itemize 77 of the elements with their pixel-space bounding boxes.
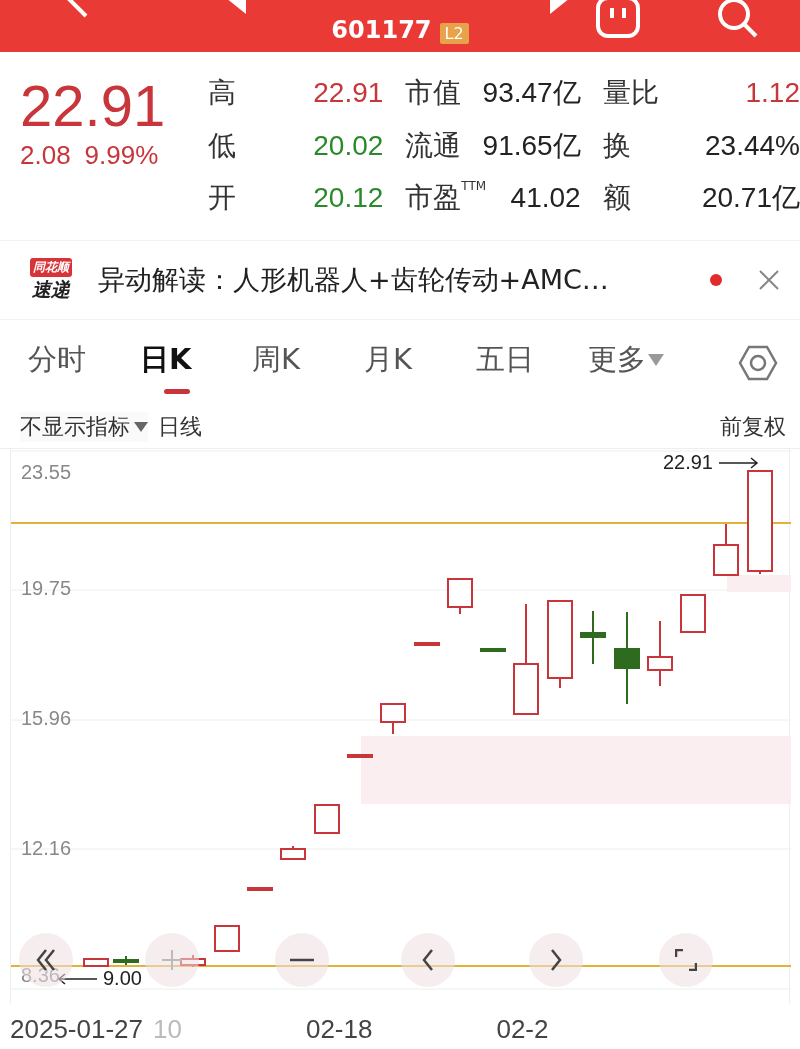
candle [414,642,440,646]
minus-icon [290,958,314,962]
y-axis-label: 19.75 [21,577,72,600]
chevron-right-icon [550,949,562,971]
x-axis-label: 02-2 [496,1013,549,1045]
candle [580,610,606,665]
rewind-button[interactable] [19,933,73,987]
candle [713,523,739,576]
candle [380,703,406,735]
level-badge: L2 [439,23,469,44]
stat-value: 20.12 [313,182,384,215]
stat-label: 流通 [405,127,462,164]
candle [480,648,506,652]
stat-label: 开 [208,180,236,217]
candle [314,804,340,834]
x-axis-label: 02-18 [305,1013,373,1045]
candle [447,578,473,615]
shaded-band [727,575,791,592]
period-tab[interactable]: 日K [140,332,252,394]
candle [180,954,206,968]
candle [214,925,240,952]
line-type-label: 日线 [158,413,202,441]
stat-label: 高 [208,75,236,111]
y-axis-label: 23.55 [21,461,72,484]
current-price: 22.91 [20,72,167,140]
close-icon[interactable] [758,269,780,291]
candle [680,594,706,633]
period-tab[interactable]: 周K [252,332,364,394]
settings-icon[interactable] [738,343,778,383]
x-axis-label: 2025-01-27 [10,1013,143,1045]
next-button[interactable] [529,933,583,987]
candle [247,887,273,891]
stat-value: 20.02 [313,129,384,162]
candle [280,845,306,860]
dropdown-icon [134,422,148,432]
more-tab[interactable]: 更多 [588,332,664,394]
expand-icon [675,949,697,971]
y-axis-label: 12.16 [21,837,72,860]
stat-value: 41.02 [510,182,581,215]
arrow-icon [57,972,97,985]
adjust-label[interactable]: 前复权 [720,412,786,442]
y-axis-label: 15.96 [21,707,72,730]
stat-label: 市盈$^{TTM}$ [405,179,487,217]
x-axis-label: 10 [153,1013,182,1045]
period-tab[interactable]: 分时 [28,332,140,394]
stat-label: 换 [602,127,631,164]
stat-value: 20.71亿 [701,181,800,216]
stat-value: 91.65亿 [482,128,581,163]
logo-text: 同花顺 [30,257,72,277]
candle [647,620,673,687]
stat-value: 23.44% [705,129,800,162]
period-tab[interactable]: 月K [364,332,476,394]
stat-label: 低 [208,127,236,164]
stat-label: 量比 [602,75,659,111]
period-tab[interactable]: 五日 [476,332,588,394]
stat-value: 93.47亿 [482,76,581,110]
high-price-marker: 22.91 [662,451,759,474]
chevron-left-icon [422,949,434,971]
arrow-icon [719,456,759,469]
stock-code: 601177 [331,16,432,44]
stat-label: 额 [602,180,631,217]
stat-value: 1.12 [745,77,800,109]
logo-text: 速递 [32,276,70,302]
previous-button[interactable] [401,933,455,987]
plus-icon [161,949,183,971]
zoom-in-button[interactable] [145,933,199,987]
price-change: 2.08 [20,140,71,171]
indicator-dropdown[interactable]: 不显示指标 [20,412,148,442]
candle [83,958,109,967]
fullscreen-button[interactable] [659,933,713,987]
y-axis-label: 8.36 [21,964,60,987]
stat-value: 22.91 [313,77,384,109]
dropdown-icon [648,354,664,366]
candle [347,754,373,758]
news-headline[interactable]: 异动解读：人形机器人+齿轮传动+AMC… [98,262,694,298]
stat-label: 市值 [405,75,462,111]
percent-change: 9.99% [84,140,159,171]
